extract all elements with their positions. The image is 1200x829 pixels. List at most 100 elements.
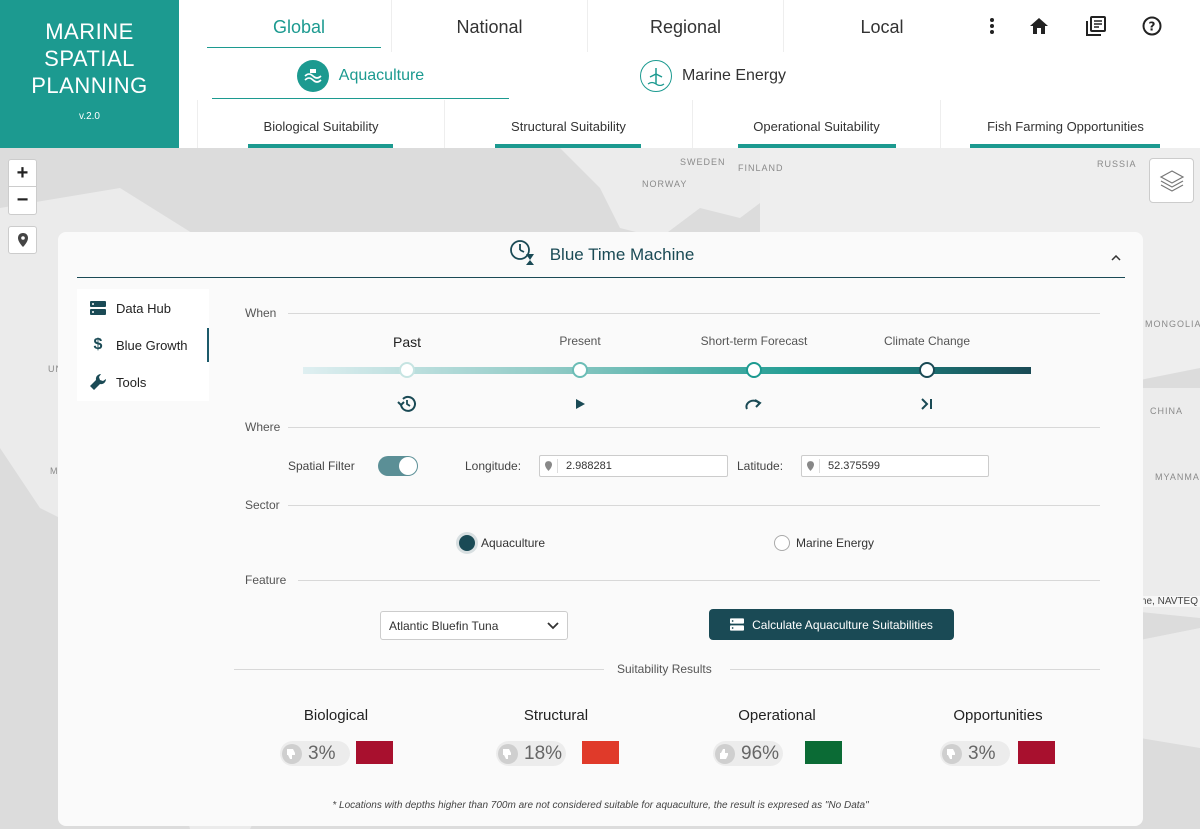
app-title-line: MARINE <box>45 19 134 44</box>
map-label: CHINA <box>1150 406 1184 416</box>
history-icon[interactable] <box>397 394 417 414</box>
thumb-down-icon <box>498 743 518 764</box>
subtab-label: Structural Suitability <box>511 119 626 134</box>
result-percent: 3% <box>308 742 336 764</box>
timeline-label-forecast[interactable]: Short-term Forecast <box>674 334 834 348</box>
section-divider <box>730 669 1100 670</box>
section-label-results: Suitability Results <box>617 662 712 676</box>
home-icon[interactable] <box>1027 14 1051 38</box>
zoom-out-button[interactable]: − <box>8 187 37 215</box>
app-title-line: SPATIAL <box>44 46 135 71</box>
section-label-sector: Sector <box>245 498 280 512</box>
result-percent: 18% <box>524 742 563 764</box>
chevron-down-icon <box>547 619 559 633</box>
app-logo[interactable]: MARINE SPATIAL PLANNING v.2.0 <box>0 0 179 148</box>
timeline-point-forecast[interactable] <box>746 362 762 378</box>
wind-turbine-icon <box>639 60 672 92</box>
spatial-filter-label: Spatial Filter <box>288 459 355 473</box>
longitude-value: 2.988281 <box>566 460 612 472</box>
layers-button[interactable] <box>1149 158 1194 203</box>
longitude-input[interactable]: 2.988281 <box>539 455 728 477</box>
result-value-biological: 3% <box>280 741 350 766</box>
layers-icon <box>1159 169 1184 192</box>
tab-local[interactable]: Local <box>784 0 980 52</box>
section-divider <box>288 427 1100 428</box>
feature-select[interactable]: Atlantic Bluefin Tuna <box>380 611 568 640</box>
result-color-swatch <box>1018 741 1055 764</box>
timeline-label-past[interactable]: Past <box>327 334 487 350</box>
timeline-point-past[interactable] <box>399 362 415 378</box>
thumb-down-icon <box>282 743 302 764</box>
nav-label: Tools <box>116 374 147 390</box>
redo-icon[interactable] <box>744 394 764 414</box>
tab-global[interactable]: Global <box>207 0 392 52</box>
section-label-where: Where <box>245 420 281 434</box>
timeline-label-present[interactable]: Present <box>500 334 660 348</box>
map-label: NORWAY <box>642 179 688 189</box>
skip-end-icon[interactable] <box>917 394 937 414</box>
collapse-button[interactable] <box>1111 250 1121 264</box>
section-divider <box>288 313 1100 314</box>
result-title-structural: Structural <box>523 707 589 724</box>
feature-select-value: Atlantic Bluefin Tuna <box>389 618 499 633</box>
radio-marine-energy[interactable]: Marine Energy <box>774 535 874 551</box>
nav-item-blue-growth[interactable]: $ Blue Growth <box>77 326 209 364</box>
map-label: MONGOLIA <box>1145 319 1200 329</box>
more-vert-icon[interactable] <box>980 14 1004 38</box>
radio-indicator <box>459 535 475 551</box>
library-books-icon[interactable] <box>1084 14 1108 38</box>
result-color-swatch <box>582 741 619 764</box>
timeline-point-present[interactable] <box>572 362 588 378</box>
longitude-label: Longitude: <box>465 459 522 473</box>
subtab-structural[interactable]: Structural Suitability <box>444 100 692 148</box>
nav-item-data-hub[interactable]: Data Hub <box>77 289 209 327</box>
section-divider <box>298 580 1100 581</box>
panel-title: Blue Time Machine <box>549 244 695 264</box>
locate-button[interactable] <box>8 226 37 254</box>
latitude-input[interactable]: 52.375599 <box>801 455 989 477</box>
app-version: v.2.0 <box>79 111 100 122</box>
svg-text:?: ? <box>1149 20 1156 34</box>
subtab-label: Biological Suitability <box>263 119 379 134</box>
timeline-label-climate[interactable]: Climate Change <box>847 334 1007 348</box>
latitude-label: Latitude: <box>737 459 784 473</box>
result-title-opportunities: Opportunities <box>953 707 1043 724</box>
result-color-swatch <box>356 741 393 764</box>
section-label-feature: Feature <box>245 573 287 587</box>
result-value-opportunities: 3% <box>940 741 1010 766</box>
top-header: Global National Regional Local ? Aquacul… <box>179 0 1200 148</box>
blue-time-machine-panel: Blue Time Machine Data Hub $ Blue Growth… <box>58 232 1143 826</box>
tab-national[interactable]: National <box>392 0 588 52</box>
radio-indicator <box>774 535 790 551</box>
timeline-point-climate[interactable] <box>919 362 935 378</box>
radio-label: Aquaculture <box>481 536 546 550</box>
zoom-in-button[interactable]: + <box>8 159 37 187</box>
result-value-operational: 96% <box>713 741 783 766</box>
nav-label: Data Hub <box>116 300 171 316</box>
calculate-suitabilities-button[interactable]: Calculate Aquaculture Suitabilities <box>709 609 954 640</box>
result-value-structural: 18% <box>496 741 566 766</box>
location-pin-icon <box>802 459 820 473</box>
tab-regional[interactable]: Regional <box>588 0 784 52</box>
wrench-icon <box>89 373 107 391</box>
sector-tab-aquaculture[interactable]: Aquaculture <box>212 52 509 100</box>
subtab-biological[interactable]: Biological Suitability <box>197 100 444 148</box>
result-title-biological: Biological <box>303 707 369 724</box>
time-machine-icon <box>508 238 536 271</box>
play-icon[interactable] <box>570 394 590 414</box>
subtab-fish-farming[interactable]: Fish Farming Opportunities <box>940 100 1190 148</box>
thumb-up-icon <box>715 743 735 764</box>
radio-aquaculture[interactable]: Aquaculture <box>459 535 545 551</box>
subtab-operational[interactable]: Operational Suitability <box>692 100 940 148</box>
result-percent: 96% <box>741 742 780 764</box>
section-divider <box>234 669 604 670</box>
sector-tab-marine-energy[interactable]: Marine Energy <box>526 52 900 100</box>
spatial-filter-toggle[interactable] <box>378 456 418 476</box>
help-icon[interactable]: ? <box>1140 14 1164 38</box>
footnote: * Locations with depths higher than 700m… <box>332 800 869 811</box>
nav-item-tools[interactable]: Tools <box>77 363 209 401</box>
nav-label: Blue Growth <box>116 337 188 353</box>
sector-tab-label: Aquaculture <box>338 67 425 84</box>
result-percent: 3% <box>968 742 996 764</box>
latitude-value: 52.375599 <box>828 460 880 472</box>
